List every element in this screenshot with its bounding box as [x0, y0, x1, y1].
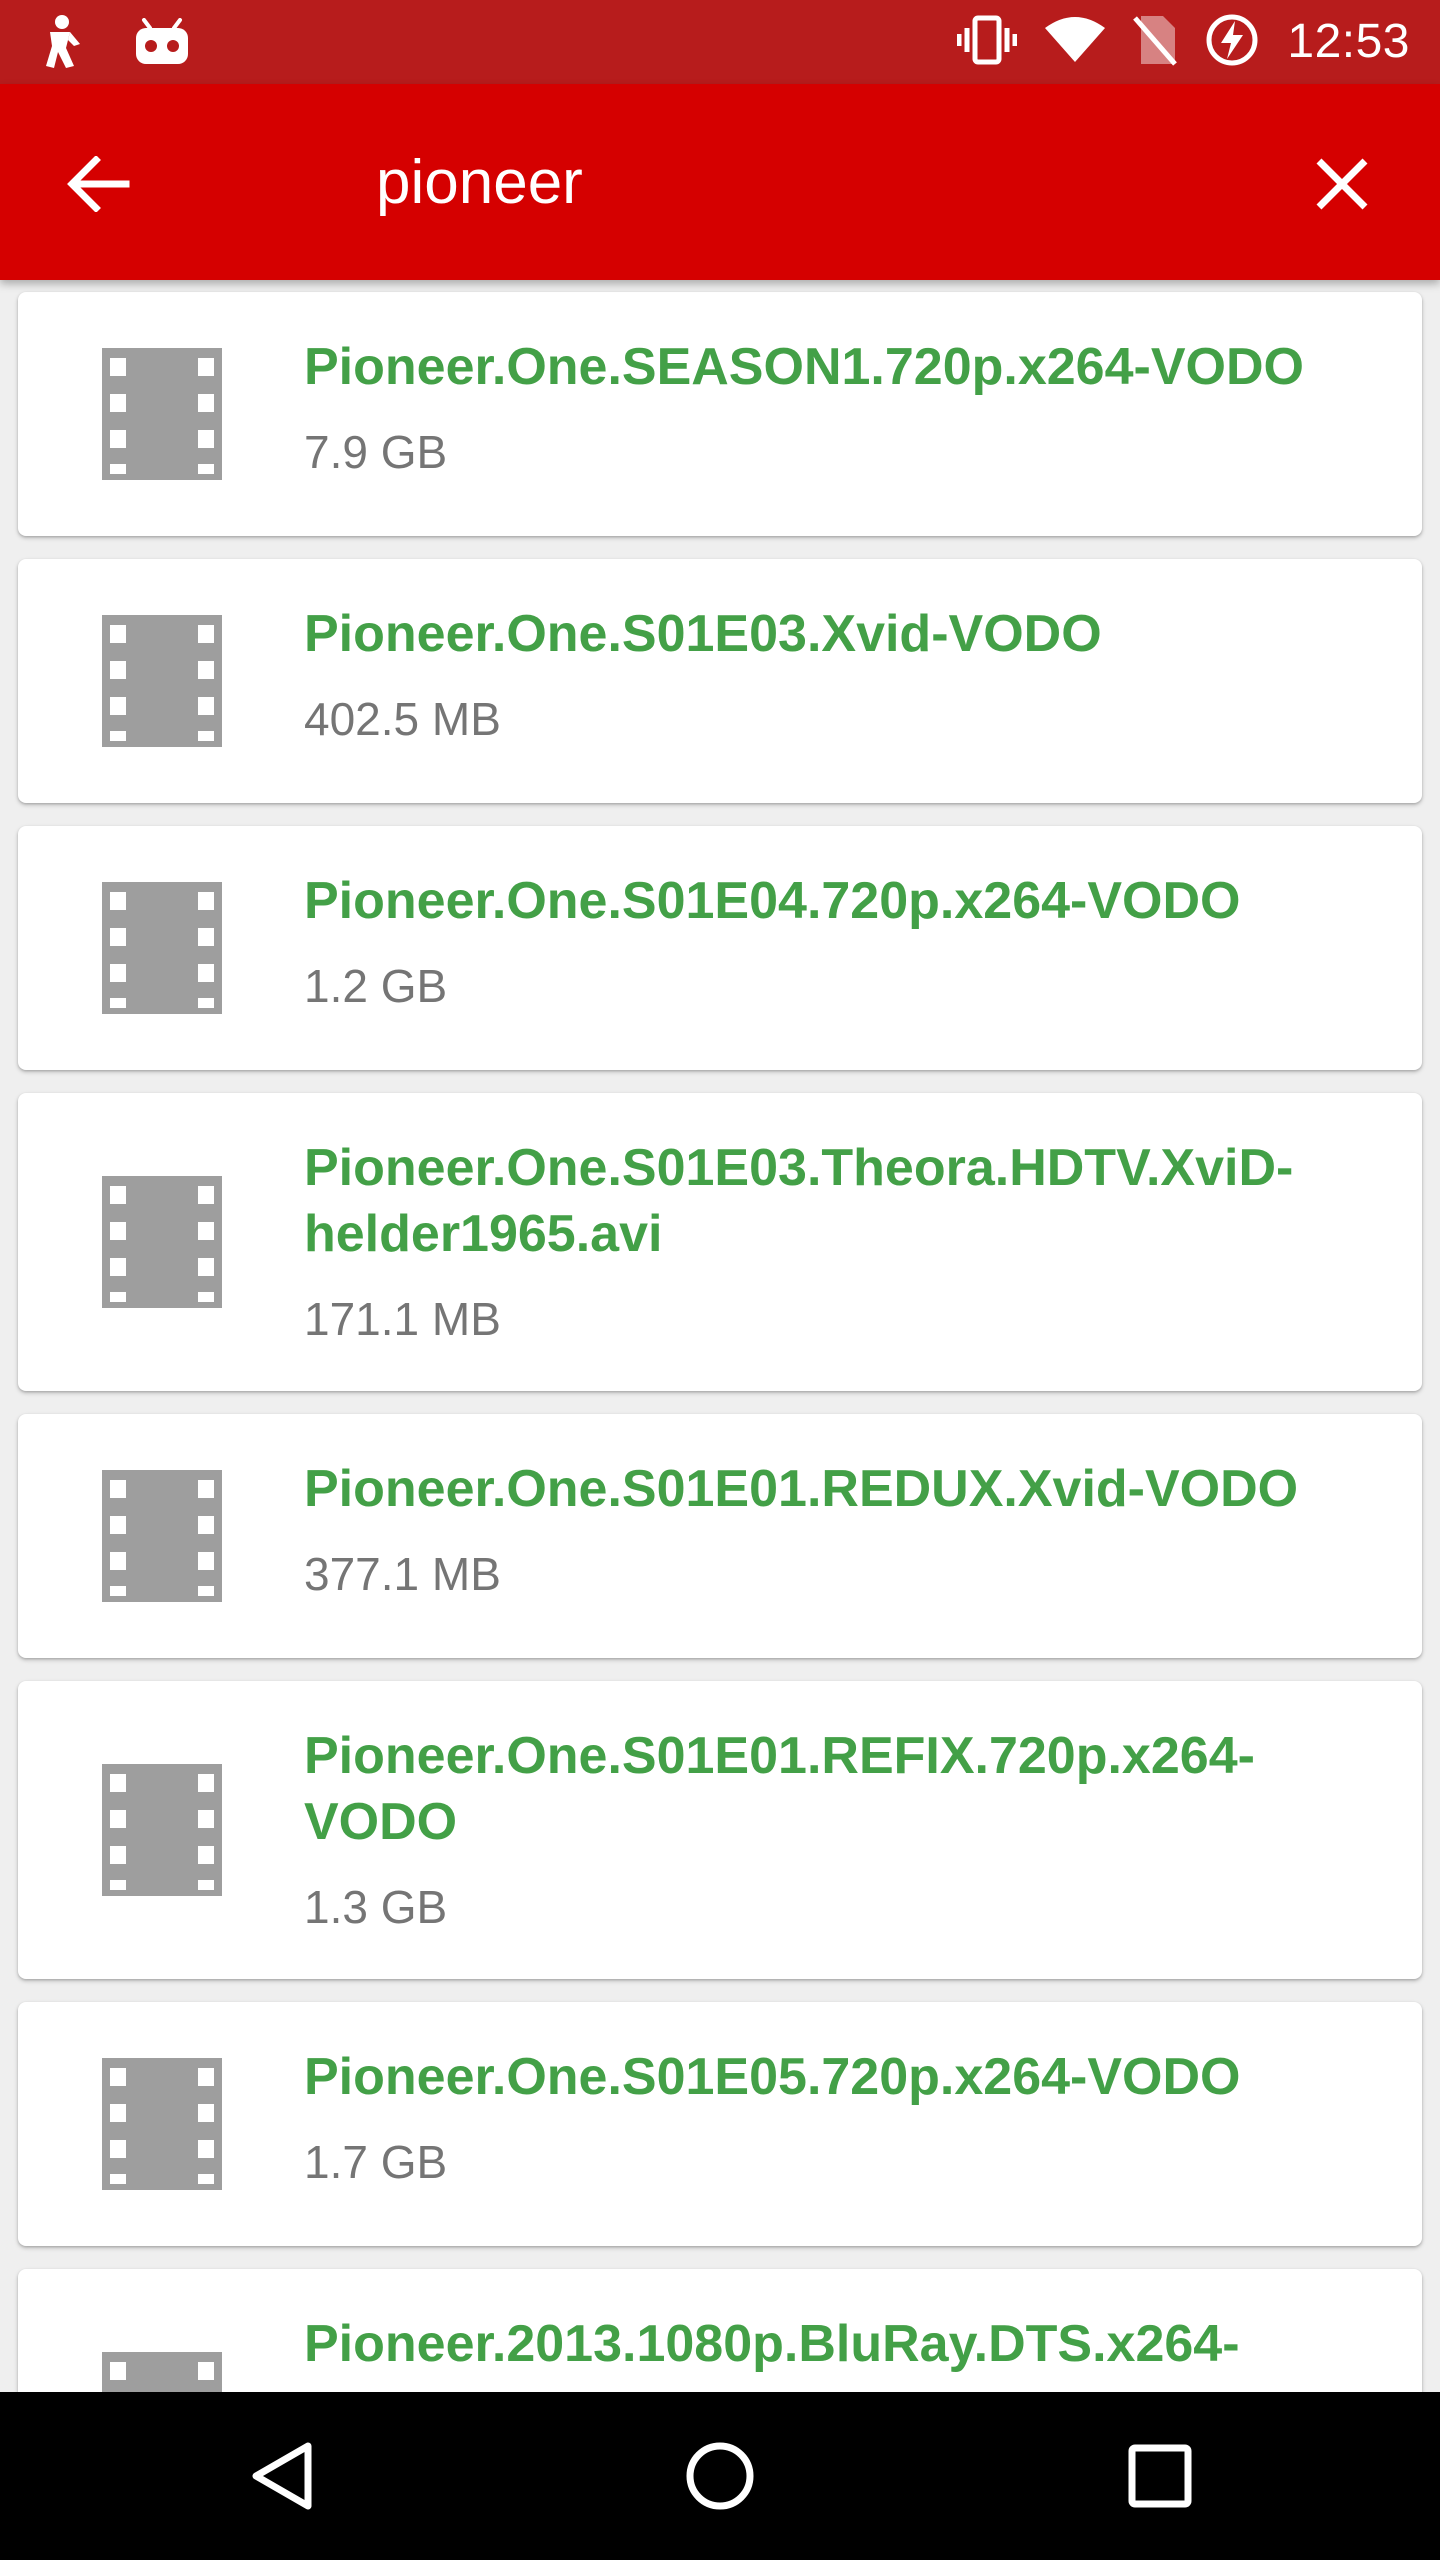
no-sim-icon	[1133, 14, 1178, 71]
result-item[interactable]: Pioneer.One.S01E04.720p.x264-VODO 1.2 GB	[18, 826, 1422, 1070]
result-size: 402.5 MB	[304, 693, 501, 745]
home-circle-icon	[686, 2442, 754, 2510]
vibrate-icon	[956, 14, 1018, 71]
result-title: Pioneer.One.S01E01.REFIX.720p.x264-VODO	[304, 1727, 1255, 1851]
android-robot-icon	[134, 18, 190, 71]
film-icon	[102, 615, 222, 747]
film-icon	[102, 1470, 222, 1602]
result-size: 1.2 GB	[304, 960, 448, 1012]
result-item[interactable]: Pioneer.One.S01E01.REDUX.Xvid-VODO 377.1…	[18, 1414, 1422, 1658]
result-item[interactable]: Pioneer.One.S01E03.Xvid-VODO 402.5 MB	[18, 559, 1422, 803]
app-notification-icon	[40, 14, 84, 75]
film-icon	[102, 1764, 222, 1896]
result-title: Pioneer.One.S01E05.720p.x264-VODO	[304, 2048, 1241, 2106]
back-button[interactable]	[56, 142, 140, 226]
result-size: 1.3 GB	[304, 1881, 448, 1933]
result-title: Pioneer.One.S01E03.Xvid-VODO	[304, 605, 1102, 663]
result-item[interactable]: Pioneer.2013.1080p.BluRay.DTS.x264-	[18, 2269, 1422, 2392]
film-icon	[102, 2352, 222, 2392]
result-title: Pioneer.2013.1080p.BluRay.DTS.x264-	[304, 2315, 1240, 2373]
nav-recents-button[interactable]	[1110, 2426, 1210, 2526]
result-title: Pioneer.One.S01E03.Theora.HDTV.XviD-held…	[304, 1139, 1294, 1263]
result-title: Pioneer.One.S01E01.REDUX.Xvid-VODO	[304, 1460, 1299, 1518]
search-toolbar	[0, 84, 1440, 280]
search-results-list[interactable]: Pioneer.One.SEASON1.720p.x264-VODO 7.9 G…	[0, 280, 1440, 2392]
film-icon	[102, 2058, 222, 2190]
result-item[interactable]: Pioneer.One.S01E01.REFIX.720p.x264-VODO …	[18, 1681, 1422, 1979]
nav-back-button[interactable]	[232, 2426, 332, 2526]
result-item[interactable]: Pioneer.One.S01E03.Theora.HDTV.XviD-held…	[18, 1093, 1422, 1391]
close-icon	[1316, 158, 1368, 210]
arrow-left-icon	[67, 156, 130, 212]
clear-search-button[interactable]	[1300, 142, 1384, 226]
status-clock: 12:53	[1287, 15, 1410, 68]
result-size: 7.9 GB	[304, 426, 448, 478]
result-item[interactable]: Pioneer.One.S01E05.720p.x264-VODO 1.7 GB	[18, 2002, 1422, 2246]
result-size: 171.1 MB	[304, 1293, 501, 1345]
back-triangle-icon	[252, 2442, 312, 2510]
film-icon	[102, 882, 222, 1014]
result-title: Pioneer.One.S01E04.720p.x264-VODO	[304, 872, 1241, 930]
nav-home-button[interactable]	[670, 2426, 770, 2526]
status-bar: 12:53	[0, 0, 1440, 84]
result-size: 1.7 GB	[304, 2136, 448, 2188]
result-title: Pioneer.One.SEASON1.720p.x264-VODO	[304, 338, 1304, 396]
film-icon	[102, 1176, 222, 1308]
wifi-icon	[1045, 16, 1106, 69]
film-icon	[102, 348, 222, 480]
result-item[interactable]: Pioneer.One.SEASON1.720p.x264-VODO 7.9 G…	[18, 292, 1422, 536]
system-nav-bar	[0, 2392, 1440, 2560]
recents-square-icon	[1128, 2444, 1192, 2508]
search-input[interactable]	[376, 132, 1256, 232]
result-size: 377.1 MB	[304, 1548, 501, 1600]
battery-charging-icon	[1205, 13, 1259, 72]
